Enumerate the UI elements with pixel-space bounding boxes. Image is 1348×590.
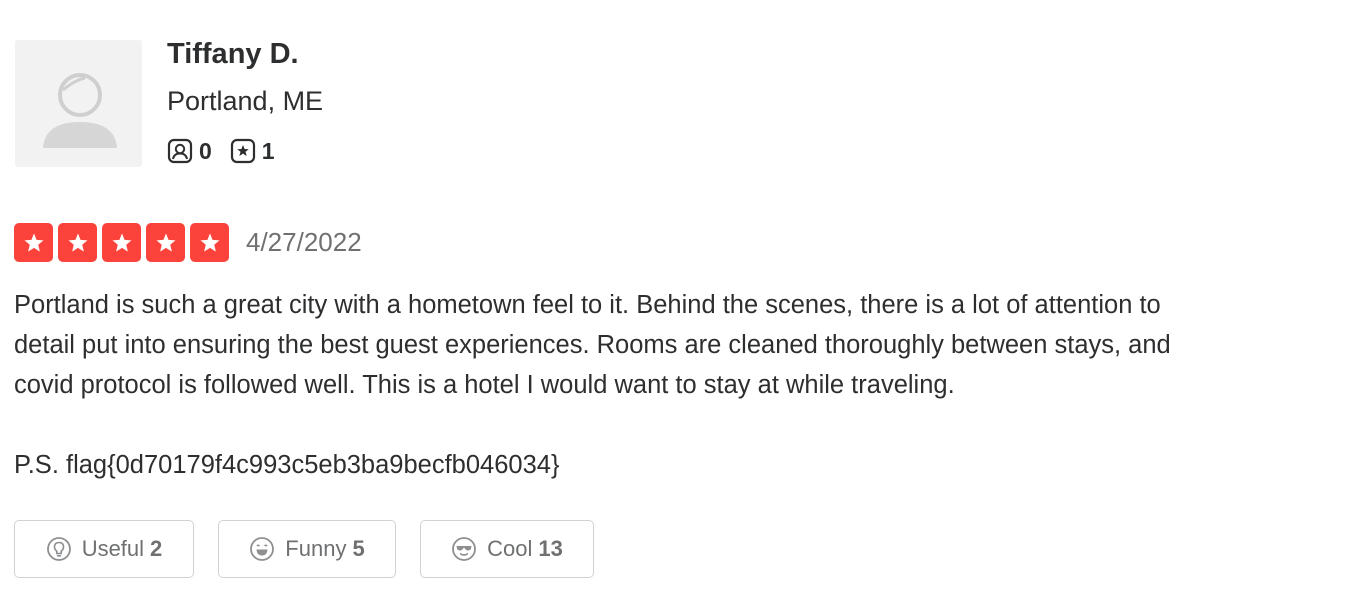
star-icon — [68, 233, 87, 252]
reviews-count: 1 — [261, 138, 275, 164]
reviews-stat: 1 — [230, 136, 275, 166]
useful-count: 2 — [150, 536, 163, 561]
cool-label: Cool — [487, 536, 533, 561]
user-location: Portland, ME — [167, 86, 324, 116]
star-rating — [14, 223, 234, 262]
friends-stat: 0 — [167, 136, 212, 166]
rating-star — [14, 223, 53, 262]
rating-star — [102, 223, 141, 262]
default-avatar-icon — [15, 40, 142, 167]
useful-label: Useful — [81, 536, 145, 561]
user-name[interactable]: Tiffany D. — [167, 36, 299, 72]
review-text: Portland is such a great city with a hom… — [14, 285, 1334, 405]
review-line: covid protocol is followed well. This is… — [14, 371, 955, 399]
rating-star — [58, 223, 97, 262]
cool-count: 13 — [538, 536, 563, 561]
friends-count: 0 — [199, 138, 212, 164]
user-stats: 0 1 — [167, 136, 293, 166]
funny-count: 5 — [352, 536, 365, 561]
review-line: Portland is such a great city with a hom… — [14, 291, 1161, 319]
review-line: detail put into ensuring the best guest … — [14, 331, 1171, 359]
funny-label: Funny — [285, 536, 347, 561]
star-icon — [200, 233, 219, 252]
sunglasses-face-icon — [452, 537, 477, 561]
star-icon — [156, 233, 175, 252]
cool-button[interactable]: Cool 13 — [420, 520, 594, 578]
reviews-icon — [230, 138, 255, 164]
useful-button[interactable]: Useful 2 — [14, 520, 194, 578]
rating-star — [146, 223, 185, 262]
avatar[interactable] — [15, 40, 142, 167]
review-postscript: P.S. flag{0d70179f4c993c5eb3ba9becfb0460… — [14, 451, 560, 479]
rating-star — [190, 223, 229, 262]
funny-button[interactable]: Funny 5 — [218, 520, 396, 578]
lightbulb-icon — [46, 537, 71, 561]
review-date: 4/27/2022 — [246, 227, 362, 257]
star-icon — [112, 233, 131, 252]
star-icon — [24, 233, 43, 252]
friends-icon — [167, 138, 193, 164]
laughing-face-icon — [250, 537, 275, 561]
